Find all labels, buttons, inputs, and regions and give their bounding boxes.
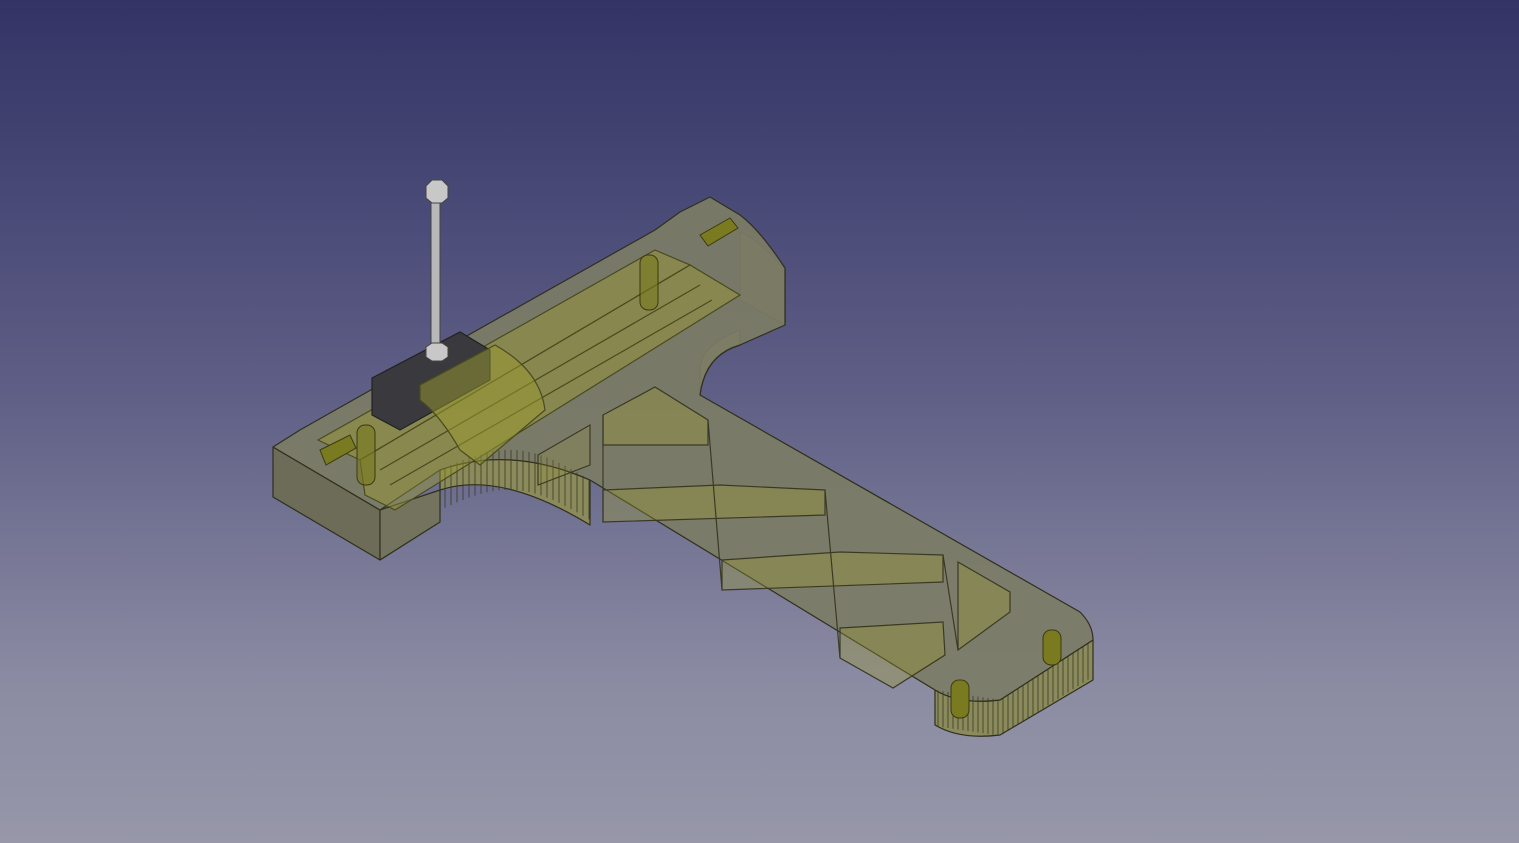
rod-nut [425, 342, 449, 362]
pin [950, 679, 970, 719]
3d-viewport[interactable] [0, 0, 1519, 843]
pin [356, 424, 376, 486]
rod-hex-head [425, 179, 449, 204]
pin [639, 254, 659, 311]
rod-shaft [430, 194, 441, 351]
pin [1042, 629, 1062, 666]
model-view [272, 179, 1094, 737]
threaded-rod[interactable] [425, 179, 449, 362]
